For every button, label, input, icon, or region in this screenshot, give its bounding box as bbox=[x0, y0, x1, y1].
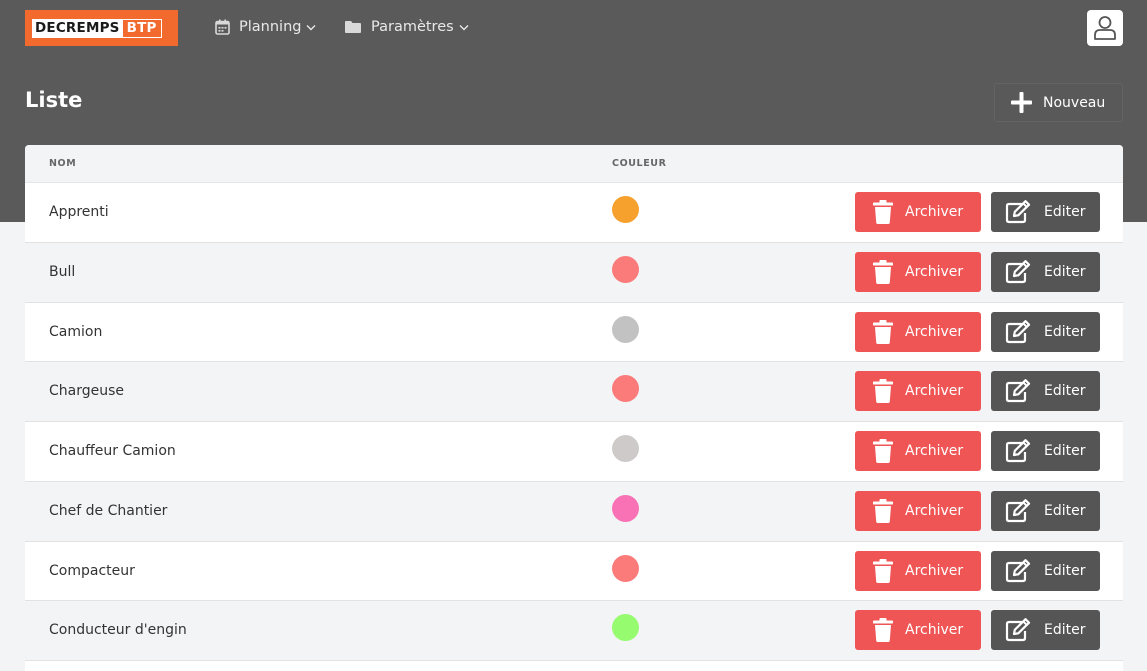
archive-button-label: Archiver bbox=[905, 502, 964, 519]
edit-icon bbox=[1005, 259, 1031, 283]
archive-button[interactable]: Archiver bbox=[855, 251, 981, 292]
row-name: Chargeuse bbox=[49, 383, 125, 400]
color-swatch bbox=[612, 255, 639, 283]
column-header-couleur: COULEUR bbox=[612, 158, 667, 169]
row-name: Chauffeur Camion bbox=[49, 443, 176, 459]
table-row: Conducteur d'engin Archiver Editer bbox=[25, 601, 1123, 661]
archive-button-label: Archiver bbox=[905, 443, 964, 459]
row-name: Apprenti bbox=[49, 204, 109, 220]
chevron-down-icon bbox=[306, 24, 316, 30]
edit-button[interactable]: Editer bbox=[991, 192, 1100, 232]
archive-button[interactable]: Archiver bbox=[855, 192, 981, 232]
color-swatch bbox=[612, 435, 639, 462]
edit-button[interactable]: Editer bbox=[991, 251, 1100, 292]
chevron-down-icon bbox=[459, 24, 469, 30]
user-icon bbox=[1094, 16, 1116, 40]
row-name: Bull bbox=[49, 263, 76, 280]
edit-button[interactable]: Editer bbox=[991, 431, 1100, 471]
trash-icon bbox=[873, 379, 893, 404]
nav-parametres[interactable]: Paramètres bbox=[344, 15, 469, 39]
nav-planning[interactable]: Planning bbox=[215, 15, 316, 39]
folder-icon bbox=[345, 21, 361, 33]
brand-name-part2: BTP bbox=[122, 18, 162, 38]
color-swatch bbox=[612, 494, 639, 522]
table-row: Bull Archiver Editer bbox=[25, 242, 1123, 303]
edit-button-label: Editer bbox=[1044, 263, 1086, 280]
trash-icon bbox=[873, 319, 893, 344]
edit-button-label: Editer bbox=[1044, 443, 1086, 459]
new-button-label: Nouveau bbox=[1043, 94, 1106, 111]
archive-button[interactable]: Archiver bbox=[855, 610, 981, 651]
table-row: Camion Archiver Editer bbox=[25, 302, 1123, 363]
edit-icon bbox=[1005, 498, 1031, 522]
color-swatch bbox=[612, 614, 639, 642]
color-swatch bbox=[612, 315, 639, 343]
table-header: NOM COULEUR bbox=[25, 145, 1123, 183]
page-title: Liste bbox=[25, 88, 83, 112]
edit-icon bbox=[1005, 200, 1031, 224]
row-name: Conducteur d'engin bbox=[49, 622, 187, 639]
edit-button-label: Editer bbox=[1044, 622, 1086, 639]
archive-button[interactable]: Archiver bbox=[855, 311, 981, 352]
edit-button-label: Editer bbox=[1044, 204, 1086, 220]
table-body: Apprenti Archiver Editer Bull Archiver E… bbox=[25, 183, 1123, 661]
brand-name-part1: DECREMPS bbox=[32, 18, 123, 38]
color-swatch bbox=[612, 375, 639, 403]
row-name: Camion bbox=[49, 323, 103, 340]
trash-icon bbox=[873, 558, 893, 583]
edit-button-label: Editer bbox=[1044, 562, 1086, 579]
archive-button-label: Archiver bbox=[905, 204, 964, 220]
nav-planning-label: Planning bbox=[239, 19, 302, 35]
table-row: Chargeuse Archiver Editer bbox=[25, 362, 1123, 422]
archive-button-label: Archiver bbox=[905, 263, 964, 280]
nav-parametres-label: Paramètres bbox=[371, 19, 454, 35]
edit-icon bbox=[1005, 439, 1031, 463]
edit-button[interactable]: Editer bbox=[991, 311, 1100, 352]
edit-button[interactable]: Editer bbox=[991, 610, 1100, 651]
archive-button[interactable]: Archiver bbox=[855, 490, 981, 531]
archive-button-label: Archiver bbox=[905, 383, 964, 400]
edit-icon bbox=[1005, 558, 1031, 582]
calendar-icon bbox=[215, 19, 230, 35]
trash-icon bbox=[873, 618, 893, 643]
row-name: Compacteur bbox=[49, 562, 135, 579]
trash-icon bbox=[873, 498, 893, 523]
row-name: Chef de Chantier bbox=[49, 502, 168, 519]
edit-button-label: Editer bbox=[1044, 502, 1086, 519]
color-swatch bbox=[612, 554, 639, 582]
plus-icon bbox=[1011, 92, 1032, 113]
table-row: Apprenti Archiver Editer bbox=[25, 183, 1123, 243]
edit-button[interactable]: Editer bbox=[991, 371, 1100, 412]
archive-button-label: Archiver bbox=[905, 622, 964, 639]
edit-icon bbox=[1005, 618, 1031, 642]
edit-icon bbox=[1005, 379, 1031, 403]
trash-icon bbox=[873, 200, 893, 224]
edit-icon bbox=[1005, 319, 1031, 343]
user-menu-button[interactable] bbox=[1087, 10, 1123, 46]
archive-button-label: Archiver bbox=[905, 323, 964, 340]
new-button[interactable]: Nouveau bbox=[994, 83, 1123, 122]
trash-icon bbox=[873, 439, 893, 463]
archive-button[interactable]: Archiver bbox=[855, 550, 981, 591]
archive-button[interactable]: Archiver bbox=[855, 371, 981, 412]
archive-button[interactable]: Archiver bbox=[855, 431, 981, 471]
color-swatch bbox=[612, 196, 639, 223]
edit-button-label: Editer bbox=[1044, 383, 1086, 400]
trash-icon bbox=[873, 259, 893, 284]
list-table: NOM COULEUR Apprenti Archiver Editer Bul… bbox=[25, 145, 1123, 671]
table-row: Chef de Chantier Archiver Editer bbox=[25, 481, 1123, 542]
edit-button[interactable]: Editer bbox=[991, 490, 1100, 531]
archive-button-label: Archiver bbox=[905, 562, 964, 579]
table-row: Compacteur Archiver Editer bbox=[25, 541, 1123, 602]
edit-button-label: Editer bbox=[1044, 323, 1086, 340]
brand-logo[interactable]: DECREMPS BTP bbox=[25, 10, 178, 46]
column-header-nom: NOM bbox=[49, 158, 77, 169]
edit-button[interactable]: Editer bbox=[991, 550, 1100, 591]
table-row: Chauffeur Camion Archiver Editer bbox=[25, 422, 1123, 482]
